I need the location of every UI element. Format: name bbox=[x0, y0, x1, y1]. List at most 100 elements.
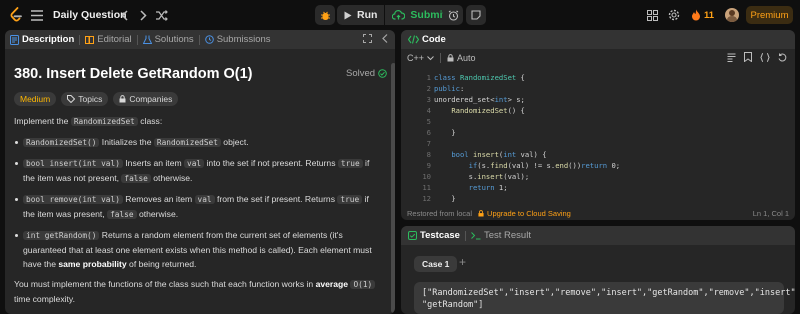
tag-badges: Medium Topics Companies bbox=[14, 92, 179, 106]
tab-testcase[interactable]: Testcase bbox=[401, 226, 465, 245]
testcase-tabs: Testcase Test Result bbox=[401, 226, 795, 245]
layout-grid-icon[interactable] bbox=[645, 8, 659, 22]
code-panel: Code C++ Auto 1 2 3 4 5 6 7 8 9 10 11 12 class Rand… bbox=[401, 30, 795, 220]
braces-icon[interactable] bbox=[760, 52, 770, 64]
cursor-position: Ln 1, Col 1 bbox=[752, 208, 789, 218]
tab-description[interactable]: Description bbox=[5, 30, 79, 49]
item-text: otherwise. bbox=[150, 173, 193, 183]
premium-button[interactable]: Premium bbox=[746, 6, 793, 24]
terminal-icon bbox=[471, 232, 481, 240]
leetcode-logo-icon[interactable] bbox=[9, 7, 23, 23]
alarm-clock-icon bbox=[448, 10, 458, 21]
companies-label: Companies bbox=[129, 94, 173, 104]
note-icon bbox=[471, 10, 481, 20]
daily-question-title[interactable]: Daily Question bbox=[53, 9, 127, 21]
cloud-upload-icon bbox=[392, 10, 406, 20]
fire-streak-icon[interactable] bbox=[690, 8, 702, 22]
bookmark-icon[interactable] bbox=[744, 52, 752, 64]
problem-description: Implement the RandomizedSet class: Rando… bbox=[14, 114, 382, 306]
add-case-icon[interactable]: + bbox=[459, 255, 466, 269]
list-item: int getRandom() Returns a random element… bbox=[14, 228, 382, 271]
line-number: 11 bbox=[422, 183, 431, 192]
line-number: 9 bbox=[426, 161, 431, 170]
item-text: Inserts an item bbox=[122, 158, 185, 168]
editor-status-bar: Restored from local Upgrade to Cloud Sav… bbox=[401, 206, 795, 220]
line-number: 3 bbox=[426, 95, 431, 104]
lock-icon bbox=[478, 209, 484, 216]
collapse-left-icon[interactable] bbox=[382, 33, 388, 46]
line-number: 1 bbox=[426, 73, 431, 82]
testcase-panel: Testcase Test Result Case 1 + ["Randomiz… bbox=[401, 226, 795, 314]
item-text: Removes an item bbox=[122, 194, 195, 204]
scrollbar[interactable] bbox=[391, 63, 395, 313]
item-text: into the set if not present. Returns bbox=[204, 158, 338, 168]
case-1-tab[interactable]: Case 1 bbox=[414, 256, 458, 272]
timer-button[interactable] bbox=[443, 5, 463, 25]
inline-code: false bbox=[121, 174, 151, 183]
item-bold-text: same probability bbox=[58, 259, 127, 269]
testcase-tab-label: Testcase bbox=[420, 230, 460, 241]
difficulty-badge[interactable]: Medium bbox=[14, 92, 57, 106]
play-icon bbox=[344, 11, 352, 19]
chevron-left-icon[interactable] bbox=[118, 7, 130, 23]
book-icon bbox=[85, 36, 95, 44]
line-number: 7 bbox=[426, 139, 431, 148]
tab-editorial-label: Editorial bbox=[97, 34, 132, 45]
intro-paragraph: Implement the RandomizedSet class: bbox=[14, 114, 382, 129]
list-item: bool remove(int val) Removes an item val… bbox=[14, 192, 382, 222]
format-code-icon[interactable] bbox=[727, 53, 736, 64]
top-bar: Daily Question Run Submit 11 Premium bbox=[0, 0, 800, 30]
reset-icon[interactable] bbox=[778, 53, 787, 64]
code-editor[interactable]: class RandomizedSet { public: unordered_… bbox=[434, 72, 620, 204]
topics-badge[interactable]: Topics bbox=[61, 92, 109, 106]
tab-solutions-label: Solutions bbox=[154, 34, 194, 45]
checkbox-icon bbox=[408, 231, 417, 240]
line-number: 12 bbox=[422, 194, 431, 203]
tab-test-result[interactable]: Test Result bbox=[466, 226, 536, 245]
problem-list-icon[interactable] bbox=[30, 7, 44, 23]
tab-solutions[interactable]: Solutions bbox=[138, 30, 199, 49]
run-label: Run bbox=[357, 9, 378, 21]
avatar[interactable] bbox=[725, 8, 739, 22]
companies-badge[interactable]: Companies bbox=[113, 92, 179, 106]
tab-submissions[interactable]: Submissions bbox=[200, 30, 276, 49]
input-line: "getRandom"] bbox=[422, 300, 484, 310]
history-icon bbox=[204, 35, 214, 44]
line-number: 2 bbox=[426, 84, 431, 93]
inline-code: val bbox=[194, 195, 215, 204]
tab-submissions-label: Submissions bbox=[216, 34, 271, 45]
upgrade-cloud-link[interactable]: Upgrade to Cloud Saving bbox=[478, 209, 571, 218]
chevron-right-icon[interactable] bbox=[137, 7, 149, 23]
code-tab-label: Code bbox=[422, 34, 446, 45]
flask-icon bbox=[142, 35, 152, 44]
tab-editorial[interactable]: Editorial bbox=[80, 30, 136, 49]
auto-mode-label: Auto bbox=[457, 53, 476, 63]
line-number: 8 bbox=[426, 150, 431, 159]
inline-code: true bbox=[337, 159, 363, 168]
debugger-button[interactable] bbox=[315, 5, 335, 25]
document-icon bbox=[10, 34, 19, 45]
outro-bold-text: average bbox=[315, 279, 349, 289]
solved-status: Solved bbox=[346, 68, 387, 79]
submit-label: Submit bbox=[410, 9, 447, 21]
expand-icon[interactable] bbox=[363, 33, 372, 46]
tab-code[interactable]: Code bbox=[401, 30, 451, 49]
testcase-input[interactable]: ["RandomizedSet","insert","remove","inse… bbox=[414, 282, 795, 314]
list-item: RandomizedSet() Initializes the Randomiz… bbox=[14, 135, 382, 150]
run-button[interactable]: Run bbox=[337, 5, 384, 25]
auto-mode-toggle[interactable]: Auto bbox=[447, 53, 476, 63]
settings-gear-icon[interactable] bbox=[667, 8, 681, 22]
line-numbers: 1 2 3 4 5 6 7 8 9 10 11 12 bbox=[401, 72, 431, 204]
code-toolbar: C++ Auto bbox=[401, 50, 795, 66]
item-text: Initializes the bbox=[99, 137, 154, 147]
run-submit-group: Run Submit bbox=[337, 5, 454, 25]
test-result-label: Test Result bbox=[483, 230, 531, 241]
line-number: 10 bbox=[422, 172, 431, 181]
inline-code: bool remove(int val) bbox=[23, 195, 123, 204]
lock-icon bbox=[447, 54, 454, 62]
streak-count: 11 bbox=[704, 10, 715, 21]
notes-button[interactable] bbox=[466, 5, 486, 25]
shuffle-icon[interactable] bbox=[155, 7, 169, 23]
inline-code: int getRandom() bbox=[23, 231, 100, 240]
language-select[interactable]: C++ bbox=[407, 53, 434, 63]
